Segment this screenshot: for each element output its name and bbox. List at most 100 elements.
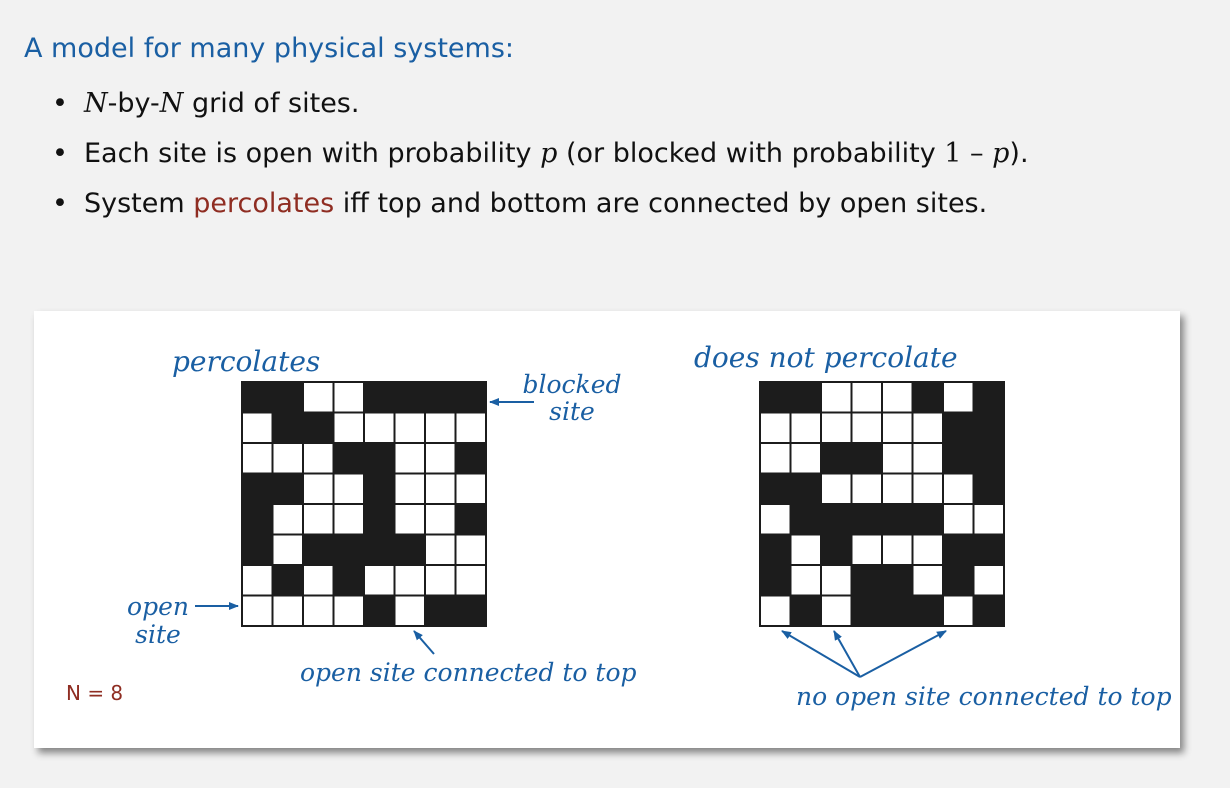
open-site xyxy=(302,472,335,505)
open-site xyxy=(393,411,426,444)
blocked-site xyxy=(271,411,304,444)
open-site xyxy=(942,381,975,414)
open-site xyxy=(302,442,335,475)
bullet-percolates: • System percolates iff top and bottom ar… xyxy=(52,186,1029,236)
blocked-site xyxy=(332,442,365,475)
open-site xyxy=(789,411,822,444)
blocked-site xyxy=(911,594,944,627)
open-site xyxy=(850,472,883,505)
percolates-term: percolates xyxy=(193,188,335,219)
blocked-site xyxy=(820,533,853,566)
open-site xyxy=(241,594,274,627)
open-site xyxy=(820,564,853,597)
open-site xyxy=(302,381,335,414)
open-site xyxy=(332,503,365,536)
blocked-site xyxy=(972,381,1005,414)
open-site xyxy=(241,411,274,444)
open-site xyxy=(454,472,487,505)
blocked-site xyxy=(271,381,304,414)
open-site xyxy=(850,411,883,444)
bullet-text: grid of sites. xyxy=(183,88,360,119)
left-title: percolates xyxy=(172,345,320,378)
blocked-site xyxy=(972,442,1005,475)
open-site xyxy=(393,503,426,536)
bullet-dot: • xyxy=(52,138,68,169)
right-grid xyxy=(759,381,1005,627)
open-site xyxy=(332,594,365,627)
open-site xyxy=(789,564,822,597)
blocked-site xyxy=(759,533,792,566)
open-site xyxy=(759,594,792,627)
open-site xyxy=(332,411,365,444)
open-site xyxy=(302,564,335,597)
blocked-site xyxy=(942,564,975,597)
open-site xyxy=(424,472,457,505)
blocked-site xyxy=(759,564,792,597)
open-site xyxy=(881,381,914,414)
open-site xyxy=(911,533,944,566)
p-variable: p xyxy=(540,138,558,169)
blocked-site xyxy=(241,503,274,536)
blocked-label-line2: site xyxy=(549,397,595,426)
open-site xyxy=(759,442,792,475)
bullet-text: -by- xyxy=(107,88,160,119)
open-site xyxy=(850,533,883,566)
n-variable: N xyxy=(84,88,108,119)
blocked-site xyxy=(241,472,274,505)
open-site xyxy=(332,472,365,505)
blocked-site xyxy=(789,381,822,414)
open-site xyxy=(454,564,487,597)
open-site xyxy=(393,594,426,627)
open-site xyxy=(393,472,426,505)
open-site xyxy=(789,533,822,566)
blocked-site xyxy=(332,533,365,566)
bullet-text: iff top and bottom are connected by open… xyxy=(334,188,988,219)
blocked-site xyxy=(881,594,914,627)
blocked-site xyxy=(850,442,883,475)
heading: A model for many physical systems: xyxy=(24,33,514,64)
blocked-site xyxy=(972,411,1005,444)
open-site xyxy=(424,411,457,444)
open-site xyxy=(393,442,426,475)
blocked-site xyxy=(972,472,1005,505)
open-site xyxy=(881,442,914,475)
open-site xyxy=(942,503,975,536)
open-site xyxy=(424,442,457,475)
bullet-grid: • N-by-N grid of sites. xyxy=(52,86,1029,136)
blocked-site xyxy=(302,411,335,444)
blocked-site xyxy=(454,442,487,475)
open-site xyxy=(454,411,487,444)
blocked-site xyxy=(332,564,365,597)
blocked-site xyxy=(454,381,487,414)
open-site xyxy=(881,411,914,444)
open-site xyxy=(363,564,396,597)
open-site xyxy=(911,442,944,475)
blocked-site xyxy=(881,564,914,597)
bullet-dot: • xyxy=(52,88,68,119)
blocked-site xyxy=(911,381,944,414)
open-site xyxy=(911,564,944,597)
blocked-site xyxy=(363,594,396,627)
bullet-text: Each site is open with probability xyxy=(84,138,541,169)
open-label-line2: site xyxy=(135,620,181,649)
open-site xyxy=(972,503,1005,536)
open-site xyxy=(911,472,944,505)
open-site xyxy=(820,381,853,414)
open-site xyxy=(393,564,426,597)
blocked-site xyxy=(972,533,1005,566)
connected-label: open site connected to top xyxy=(300,658,637,687)
open-site xyxy=(911,411,944,444)
open-site xyxy=(271,594,304,627)
open-site xyxy=(942,594,975,627)
open-site xyxy=(302,503,335,536)
bullet-text: System xyxy=(84,188,194,219)
blocked-site xyxy=(271,564,304,597)
bullet-text: (or blocked with probability xyxy=(557,138,945,169)
blocked-label-line1: blocked xyxy=(523,370,622,399)
blocked-site xyxy=(942,533,975,566)
open-site xyxy=(820,472,853,505)
open-site xyxy=(759,411,792,444)
open-site xyxy=(881,533,914,566)
blocked-site xyxy=(789,472,822,505)
blocked-site xyxy=(454,503,487,536)
